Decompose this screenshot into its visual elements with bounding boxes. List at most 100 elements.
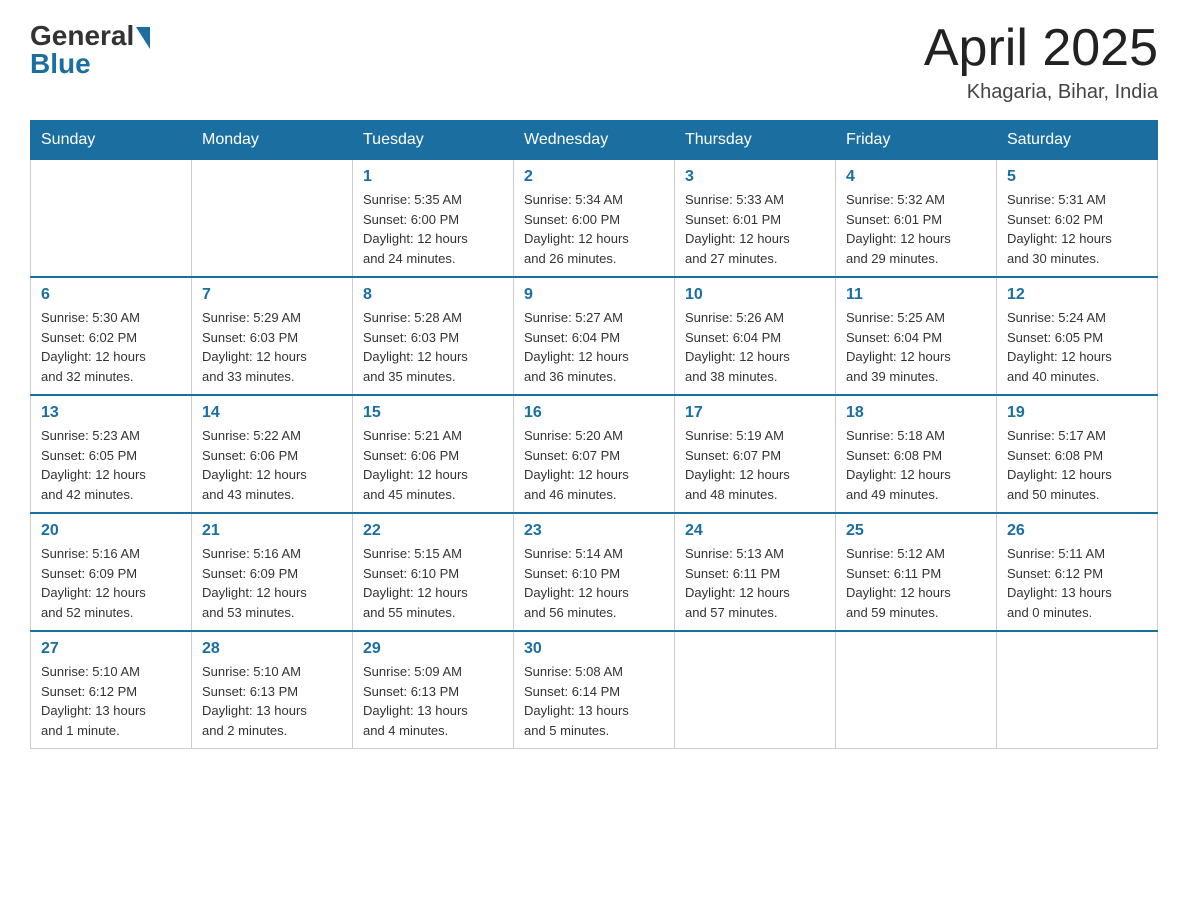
day-number: 18 bbox=[846, 404, 986, 422]
day-number: 6 bbox=[41, 286, 181, 304]
day-number: 30 bbox=[524, 640, 664, 658]
day-number: 10 bbox=[685, 286, 825, 304]
day-info: Sunrise: 5:32 AM Sunset: 6:01 PM Dayligh… bbox=[846, 190, 986, 268]
calendar-cell: 1 Sunrise: 5:35 AM Sunset: 6:00 PM Daylig… bbox=[353, 160, 514, 278]
day-number: 23 bbox=[524, 522, 664, 540]
calendar-row-week-4: 20Sunrise: 5:16 AM Sunset: 6:09 PM Dayli… bbox=[31, 513, 1158, 631]
calendar-cell: 30 Sunrise: 5:08 AM Sunset: 6:14 PM Dayli… bbox=[514, 631, 675, 749]
calendar-cell: 27Sunrise: 5:10 AM Sunset: 6:12 PM Dayli… bbox=[31, 631, 192, 749]
title-section: April 2025 Khagaria, Bihar, India bbox=[924, 20, 1158, 104]
calendar-table: SundayMondayTuesdayWednesdayThursdayFrid… bbox=[30, 120, 1158, 749]
day-info: Sunrise: 5:08 AM Sunset: 6:14 PM Dayligh… bbox=[524, 662, 664, 740]
day-number: 22 bbox=[363, 522, 503, 540]
day-info: Sunrise: 5:14 AM Sunset: 6:10 PM Dayligh… bbox=[524, 544, 664, 622]
day-info: Sunrise: 5:25 AM Sunset: 6:04 PM Dayligh… bbox=[846, 308, 986, 386]
day-number: 5 bbox=[1007, 168, 1147, 186]
calendar-cell: 3 Sunrise: 5:33 AM Sunset: 6:01 PM Daylig… bbox=[675, 160, 836, 278]
day-number: 28 bbox=[202, 640, 342, 658]
calendar-cell: 21 Sunrise: 5:16 AM Sunset: 6:09 PM Dayli… bbox=[192, 513, 353, 631]
day-number: 26 bbox=[1007, 522, 1147, 540]
day-info: Sunrise: 5:09 AM Sunset: 6:13 PM Dayligh… bbox=[363, 662, 503, 740]
day-info: Sunrise: 5:12 AM Sunset: 6:11 PM Dayligh… bbox=[846, 544, 986, 622]
calendar-cell: 5Sunrise: 5:31 AM Sunset: 6:02 PM Daylig… bbox=[997, 160, 1158, 278]
calendar-cell: 13Sunrise: 5:23 AM Sunset: 6:05 PM Dayli… bbox=[31, 395, 192, 513]
calendar-cell: 11 Sunrise: 5:25 AM Sunset: 6:04 PM Dayli… bbox=[836, 277, 997, 395]
day-info: Sunrise: 5:35 AM Sunset: 6:00 PM Dayligh… bbox=[363, 190, 503, 268]
calendar-header-thursday: Thursday bbox=[675, 121, 836, 160]
day-number: 1 bbox=[363, 168, 503, 186]
day-info: Sunrise: 5:20 AM Sunset: 6:07 PM Dayligh… bbox=[524, 426, 664, 504]
day-info: Sunrise: 5:17 AM Sunset: 6:08 PM Dayligh… bbox=[1007, 426, 1147, 504]
calendar-cell: 17 Sunrise: 5:19 AM Sunset: 6:07 PM Dayli… bbox=[675, 395, 836, 513]
day-number: 27 bbox=[41, 640, 181, 658]
day-info: Sunrise: 5:29 AM Sunset: 6:03 PM Dayligh… bbox=[202, 308, 342, 386]
day-number: 25 bbox=[846, 522, 986, 540]
month-year-title: April 2025 bbox=[924, 20, 1158, 77]
day-info: Sunrise: 5:13 AM Sunset: 6:11 PM Dayligh… bbox=[685, 544, 825, 622]
day-info: Sunrise: 5:16 AM Sunset: 6:09 PM Dayligh… bbox=[41, 544, 181, 622]
day-info: Sunrise: 5:34 AM Sunset: 6:00 PM Dayligh… bbox=[524, 190, 664, 268]
calendar-cell bbox=[997, 631, 1158, 749]
calendar-header-monday: Monday bbox=[192, 121, 353, 160]
calendar-cell: 14Sunrise: 5:22 AM Sunset: 6:06 PM Dayli… bbox=[192, 395, 353, 513]
day-info: Sunrise: 5:23 AM Sunset: 6:05 PM Dayligh… bbox=[41, 426, 181, 504]
location-text: Khagaria, Bihar, India bbox=[924, 81, 1158, 104]
calendar-header-row: SundayMondayTuesdayWednesdayThursdayFrid… bbox=[31, 121, 1158, 160]
day-number: 21 bbox=[202, 522, 342, 540]
day-number: 8 bbox=[363, 286, 503, 304]
calendar-cell: 24 Sunrise: 5:13 AM Sunset: 6:11 PM Dayli… bbox=[675, 513, 836, 631]
calendar-row-week-2: 6 Sunrise: 5:30 AM Sunset: 6:02 PM Daylig… bbox=[31, 277, 1158, 395]
day-number: 17 bbox=[685, 404, 825, 422]
calendar-row-week-3: 13Sunrise: 5:23 AM Sunset: 6:05 PM Dayli… bbox=[31, 395, 1158, 513]
day-number: 14 bbox=[202, 404, 342, 422]
calendar-cell: 12Sunrise: 5:24 AM Sunset: 6:05 PM Dayli… bbox=[997, 277, 1158, 395]
logo-arrow-icon bbox=[136, 27, 150, 49]
day-info: Sunrise: 5:26 AM Sunset: 6:04 PM Dayligh… bbox=[685, 308, 825, 386]
calendar-cell: 28Sunrise: 5:10 AM Sunset: 6:13 PM Dayli… bbox=[192, 631, 353, 749]
day-info: Sunrise: 5:19 AM Sunset: 6:07 PM Dayligh… bbox=[685, 426, 825, 504]
day-number: 12 bbox=[1007, 286, 1147, 304]
logo: General Blue bbox=[30, 20, 150, 80]
calendar-cell: 23 Sunrise: 5:14 AM Sunset: 6:10 PM Dayli… bbox=[514, 513, 675, 631]
calendar-header-friday: Friday bbox=[836, 121, 997, 160]
calendar-cell: 4 Sunrise: 5:32 AM Sunset: 6:01 PM Daylig… bbox=[836, 160, 997, 278]
day-number: 4 bbox=[846, 168, 986, 186]
day-info: Sunrise: 5:33 AM Sunset: 6:01 PM Dayligh… bbox=[685, 190, 825, 268]
calendar-cell: 19 Sunrise: 5:17 AM Sunset: 6:08 PM Dayli… bbox=[997, 395, 1158, 513]
calendar-cell: 15Sunrise: 5:21 AM Sunset: 6:06 PM Dayli… bbox=[353, 395, 514, 513]
calendar-row-week-5: 27Sunrise: 5:10 AM Sunset: 6:12 PM Dayli… bbox=[31, 631, 1158, 749]
day-info: Sunrise: 5:28 AM Sunset: 6:03 PM Dayligh… bbox=[363, 308, 503, 386]
day-info: Sunrise: 5:30 AM Sunset: 6:02 PM Dayligh… bbox=[41, 308, 181, 386]
calendar-cell bbox=[675, 631, 836, 749]
calendar-row-week-1: 1 Sunrise: 5:35 AM Sunset: 6:00 PM Daylig… bbox=[31, 160, 1158, 278]
logo-blue-text: Blue bbox=[30, 48, 91, 80]
calendar-header-saturday: Saturday bbox=[997, 121, 1158, 160]
calendar-cell: 9 Sunrise: 5:27 AM Sunset: 6:04 PM Daylig… bbox=[514, 277, 675, 395]
day-info: Sunrise: 5:21 AM Sunset: 6:06 PM Dayligh… bbox=[363, 426, 503, 504]
page-header: General Blue April 2025 Khagaria, Bihar,… bbox=[30, 20, 1158, 104]
day-info: Sunrise: 5:16 AM Sunset: 6:09 PM Dayligh… bbox=[202, 544, 342, 622]
calendar-cell: 10 Sunrise: 5:26 AM Sunset: 6:04 PM Dayli… bbox=[675, 277, 836, 395]
calendar-cell: 18 Sunrise: 5:18 AM Sunset: 6:08 PM Dayli… bbox=[836, 395, 997, 513]
day-number: 11 bbox=[846, 286, 986, 304]
calendar-cell: 2 Sunrise: 5:34 AM Sunset: 6:00 PM Daylig… bbox=[514, 160, 675, 278]
calendar-cell bbox=[836, 631, 997, 749]
day-info: Sunrise: 5:11 AM Sunset: 6:12 PM Dayligh… bbox=[1007, 544, 1147, 622]
day-number: 24 bbox=[685, 522, 825, 540]
calendar-cell: 16 Sunrise: 5:20 AM Sunset: 6:07 PM Dayli… bbox=[514, 395, 675, 513]
day-number: 16 bbox=[524, 404, 664, 422]
day-number: 19 bbox=[1007, 404, 1147, 422]
calendar-header-sunday: Sunday bbox=[31, 121, 192, 160]
day-info: Sunrise: 5:18 AM Sunset: 6:08 PM Dayligh… bbox=[846, 426, 986, 504]
day-number: 3 bbox=[685, 168, 825, 186]
day-number: 7 bbox=[202, 286, 342, 304]
day-info: Sunrise: 5:27 AM Sunset: 6:04 PM Dayligh… bbox=[524, 308, 664, 386]
calendar-cell: 6 Sunrise: 5:30 AM Sunset: 6:02 PM Daylig… bbox=[31, 277, 192, 395]
day-number: 2 bbox=[524, 168, 664, 186]
calendar-cell: 7 Sunrise: 5:29 AM Sunset: 6:03 PM Daylig… bbox=[192, 277, 353, 395]
day-info: Sunrise: 5:15 AM Sunset: 6:10 PM Dayligh… bbox=[363, 544, 503, 622]
calendar-cell: 29Sunrise: 5:09 AM Sunset: 6:13 PM Dayli… bbox=[353, 631, 514, 749]
day-number: 9 bbox=[524, 286, 664, 304]
calendar-cell: 22 Sunrise: 5:15 AM Sunset: 6:10 PM Dayli… bbox=[353, 513, 514, 631]
calendar-header-tuesday: Tuesday bbox=[353, 121, 514, 160]
